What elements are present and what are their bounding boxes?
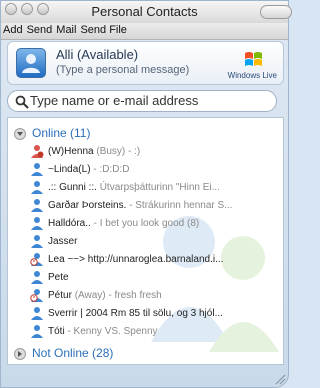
menu-send-file[interactable]: Send File <box>78 23 128 36</box>
menu-mail[interactable]: Mail <box>54 23 78 36</box>
windows-live-logo: Windows Live <box>219 50 277 80</box>
contact-status: Útvarpsþátturinn "Hinn Ei... <box>96 182 220 193</box>
contact-status: - I bet you look good (8) <box>90 218 200 229</box>
contact-name: Garðar Þorsteins. <box>48 200 127 211</box>
contact-name: Sverrir | 2004 Rm 85 til sölu, og 3 hjól… <box>48 308 223 319</box>
user-icon <box>31 181 43 194</box>
contact-status: - :D:D:D <box>90 164 130 175</box>
menu-add[interactable]: Add <box>1 23 25 36</box>
chevron-right-icon <box>14 347 26 360</box>
user-icon <box>31 199 43 212</box>
user-icon <box>31 163 43 176</box>
contact-status: - Strákurinn hennar S... <box>126 200 233 211</box>
search-placeholder: Type name or e-mail address <box>30 93 199 108</box>
user-display-name[interactable]: Alli (Available) <box>56 47 138 62</box>
chevron-down-icon <box>14 127 26 140</box>
user-status-bar: Alli (Available) (Type a personal messag… <box>7 41 284 85</box>
contact-name: Pete <box>48 272 69 283</box>
contact-status: - Kenny VS. Spenny <box>64 326 158 337</box>
contact-name: (W)Henna <box>48 146 94 157</box>
resize-grip-icon[interactable] <box>272 371 286 385</box>
group-not-online[interactable]: Not Online (28) <box>14 346 113 360</box>
personal-message-field[interactable]: (Type a personal message) <box>56 64 189 76</box>
user-avatar[interactable] <box>16 48 46 78</box>
away-user-icon <box>30 253 43 266</box>
contact-list: Online (11) (W)Henna (Busy) - :) ~Linda(… <box>7 117 284 365</box>
user-icon <box>31 307 43 320</box>
title-bar: Personal Contacts <box>1 1 292 24</box>
windows-live-label: Windows Live <box>227 71 277 80</box>
contact-name: .:: Gunni ::. <box>48 182 97 193</box>
bottom-strip <box>7 367 284 385</box>
user-icon <box>31 217 43 230</box>
contact-name: Tóti <box>48 326 65 337</box>
messenger-window: Personal Contacts Add Send Mail Send File A… <box>0 0 292 388</box>
search-area: Type name or e-mail address <box>7 90 284 114</box>
contact-status: (Away) - fresh fresh <box>74 290 162 301</box>
search-input[interactable]: Type name or e-mail address <box>7 90 277 112</box>
toolbar-toggle-button[interactable] <box>260 5 292 19</box>
menu-bar: Add Send Mail Send File <box>1 23 288 40</box>
user-icon <box>31 235 43 248</box>
search-icon <box>15 95 29 109</box>
busy-user-icon <box>31 145 44 158</box>
user-icon <box>22 54 40 73</box>
window-title: Personal Contacts <box>91 4 198 19</box>
group-online-label: Online (11) <box>32 126 91 140</box>
contact-name: Jasser <box>48 236 78 247</box>
user-icon <box>31 325 43 338</box>
menu-send[interactable]: Send <box>25 23 55 36</box>
contact-name: ~Linda(L) <box>48 164 91 175</box>
group-online[interactable]: Online (11) <box>14 126 90 140</box>
contact-name: Lea ~~> http://unnaroglea.barnaland.i... <box>48 254 224 265</box>
contact-name: Halldóra.. <box>48 218 91 229</box>
user-icon <box>31 271 43 284</box>
away-user-icon <box>30 289 43 302</box>
group-not-online-label: Not Online (28) <box>32 346 114 360</box>
contact-status: (Busy) - :) <box>96 146 141 157</box>
contact-name: Pétur <box>48 290 72 301</box>
windows-flag-icon <box>245 52 262 66</box>
